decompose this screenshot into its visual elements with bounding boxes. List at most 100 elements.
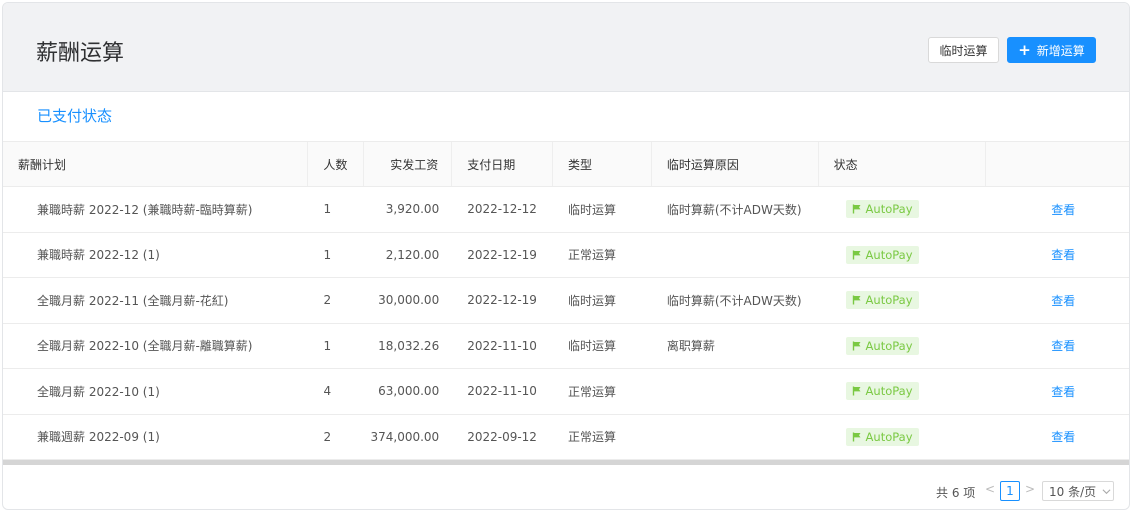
cell-action: 查看 [986, 187, 1129, 232]
cell-count: 1 [323, 338, 332, 353]
table-body: 兼職時薪 2022-12 (兼職時薪-臨時算薪) 1 3,920.00 2022-12… [3, 187, 1129, 460]
cell-salary: 374,000.00 [370, 429, 440, 444]
cell-date: 2022-11-10 [467, 384, 537, 399]
next-page-icon[interactable]: > [1024, 482, 1036, 496]
cell-count: 2 [323, 293, 332, 308]
cell-plan: 全職月薪 2022-10 (1) [37, 384, 160, 399]
cell-reason [652, 233, 819, 278]
plus-icon: + [1018, 40, 1031, 59]
flag-icon [852, 250, 861, 260]
cell-plan: 兼職時薪 2022-12 (兼職時薪-臨時算薪) [37, 202, 253, 217]
cell-date: 2022-09-12 [467, 429, 537, 444]
page-header: 薪酬运算 临时运算 + 新增运算 [3, 3, 1129, 92]
cell-salary: 3,920.00 [385, 202, 440, 217]
page-size-select[interactable]: 10 条/页 [1042, 481, 1114, 501]
cell-status: AutoPay [819, 187, 987, 232]
cell-status: AutoPay [819, 324, 987, 369]
cell-action: 查看 [986, 233, 1129, 278]
status-label: AutoPay [865, 202, 913, 217]
status-badge: AutoPay [845, 245, 919, 264]
column-header-date: 支付日期 [452, 142, 554, 186]
table-row: 全職月薪 2022-10 (1) 4 63,000.00 2022-11-10 正常运算… [3, 369, 1129, 415]
view-link[interactable]: 查看 [1051, 246, 1075, 263]
pagination: 共 6 项 < 1 > 10 条/页 [3, 469, 1129, 509]
status-badge: AutoPay [845, 200, 919, 219]
cell-reason: 临时算薪(不计ADW天数) [666, 202, 802, 217]
cell-reason [652, 415, 819, 460]
column-header-plan: 薪酬计划 [3, 142, 309, 186]
view-link[interactable]: 查看 [1051, 428, 1075, 445]
status-badge: AutoPay [845, 291, 919, 310]
cell-plan: 兼職時薪 2022-12 (1) [37, 248, 160, 263]
table-row: 全職月薪 2022-10 (全職月薪-離職算薪) 1 18,032.26 2022-1… [3, 323, 1129, 369]
page-size-value: 10 条/页 [1049, 484, 1097, 499]
status-label: AutoPay [865, 429, 913, 444]
horizontal-scrollbar[interactable] [3, 460, 1129, 465]
status-label: AutoPay [865, 293, 913, 308]
table-header: 薪酬计划 人数 实发工资 支付日期 类型 临时运算原因 状态 [3, 141, 1129, 187]
view-link[interactable]: 查看 [1051, 292, 1075, 309]
flag-icon [852, 204, 861, 214]
cell-salary: 63,000.00 [378, 384, 440, 399]
total-count: 共 6 项 [936, 486, 976, 500]
cell-plan: 兼職週薪 2022-09 (1) [37, 430, 160, 445]
cell-action: 查看 [986, 415, 1129, 460]
cell-count: 1 [323, 247, 332, 262]
flag-icon [852, 341, 861, 351]
cell-action: 查看 [986, 278, 1129, 323]
section-title: 已支付状态 [37, 107, 113, 125]
add-calculation-label: 新增运算 [1036, 43, 1085, 58]
column-header-reason: 临时运算原因 [652, 142, 819, 186]
view-link[interactable]: 查看 [1051, 201, 1075, 218]
column-header-action [986, 142, 1129, 186]
table-row: 兼職週薪 2022-09 (1) 2 374,000.00 2022-09-12 正常运… [3, 414, 1129, 460]
cell-reason [652, 369, 819, 414]
cell-type: 临时运算 [568, 293, 617, 308]
status-label: AutoPay [865, 247, 913, 262]
table-row: 兼職時薪 2022-12 (1) 1 2,120.00 2022-12-19 正常运算 A… [3, 232, 1129, 278]
cell-status: AutoPay [819, 233, 987, 278]
status-label: AutoPay [865, 384, 913, 399]
column-header-count: 人数 [308, 142, 365, 186]
prev-page-icon[interactable]: < [984, 482, 996, 496]
cell-salary: 30,000.00 [378, 293, 440, 308]
cell-status: AutoPay [819, 278, 987, 323]
cell-salary: 18,032.26 [378, 338, 440, 353]
status-badge: AutoPay [845, 427, 919, 446]
cell-reason: 临时算薪(不计ADW天数) [666, 293, 802, 308]
table-row: 全職月薪 2022-11 (全職月薪-花紅) 2 30,000.00 2022-12-… [3, 278, 1129, 324]
cell-salary: 2,120.00 [385, 247, 440, 262]
cell-count: 1 [323, 202, 332, 217]
cell-date: 2022-11-10 [467, 338, 537, 353]
cell-type: 临时运算 [568, 202, 617, 217]
cell-date: 2022-12-19 [467, 293, 537, 308]
status-badge: AutoPay [845, 382, 919, 401]
cell-reason: 离职算薪 [666, 339, 715, 354]
page-number[interactable]: 1 [1000, 481, 1020, 501]
view-link[interactable]: 查看 [1051, 337, 1075, 354]
cell-status: AutoPay [819, 415, 987, 460]
cell-type: 正常运算 [568, 384, 617, 399]
payroll-table: 薪酬计划 人数 实发工资 支付日期 类型 临时运算原因 状态 兼職時薪 2022… [3, 141, 1129, 460]
column-header-salary: 实发工资 [364, 142, 453, 186]
status-badge: AutoPay [845, 336, 919, 355]
flag-icon [852, 386, 861, 396]
add-calculation-button[interactable]: + 新增运算 [1007, 37, 1096, 63]
cell-action: 查看 [986, 369, 1129, 414]
cell-count: 4 [323, 384, 332, 399]
chevron-down-icon [1102, 488, 1111, 494]
status-label: AutoPay [865, 338, 913, 353]
flag-icon [852, 295, 861, 305]
table-row: 兼職時薪 2022-12 (兼職時薪-臨時算薪) 1 3,920.00 2022-12… [3, 187, 1129, 233]
cell-date: 2022-12-19 [467, 247, 537, 262]
cell-count: 2 [323, 429, 332, 444]
cell-date: 2022-12-12 [467, 202, 537, 217]
view-link[interactable]: 查看 [1051, 383, 1075, 400]
cell-type: 正常运算 [568, 430, 617, 445]
cell-plan: 全職月薪 2022-10 (全職月薪-離職算薪) [37, 339, 253, 354]
temp-calculation-button[interactable]: 临时运算 [928, 37, 999, 63]
flag-icon [852, 432, 861, 442]
column-header-type: 类型 [553, 142, 652, 186]
cell-type: 临时运算 [568, 339, 617, 354]
cell-plan: 全職月薪 2022-11 (全職月薪-花紅) [37, 293, 229, 308]
